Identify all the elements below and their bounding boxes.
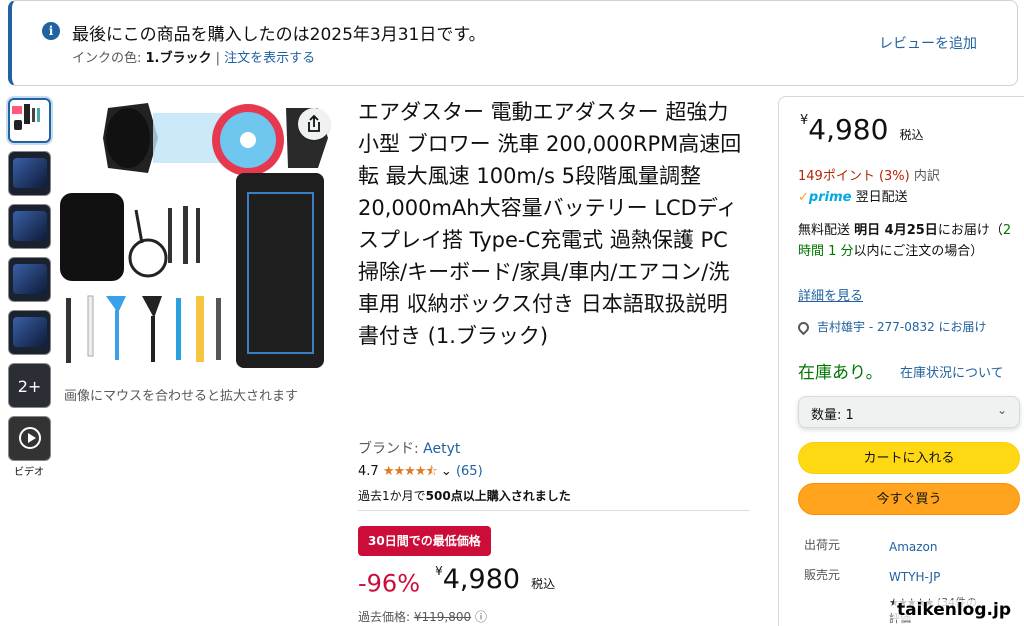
add-review-link[interactable]: レビューを追加: [879, 33, 977, 53]
divider: [358, 510, 750, 511]
thumbnail-2[interactable]: [8, 151, 51, 196]
sold-by-link[interactable]: WTYH-JP: [889, 570, 1009, 584]
thumbnail-5[interactable]: [8, 310, 51, 355]
brand-link[interactable]: Aetyt: [423, 441, 460, 457]
ships-from-value: Amazon: [889, 540, 938, 554]
prime-delivery-text: 翌日配送: [851, 190, 908, 205]
thumbnail-image: [13, 317, 47, 347]
thumbnail-4[interactable]: [8, 257, 51, 302]
thumbnail-image: [13, 211, 47, 241]
zoom-hint: 画像にマウスを合わせると拡大されます: [64, 389, 299, 404]
list-price-label: 過去価格:: [358, 610, 414, 624]
video-thumbnail[interactable]: [8, 416, 51, 461]
tax-label: 税込: [531, 577, 556, 591]
sold-by-label: 販売元: [804, 568, 841, 582]
stock-status: 在庫あり。: [798, 363, 883, 383]
color-label: インクの色:: [72, 51, 146, 66]
prime-check-icon: ✓: [798, 190, 809, 205]
bought-prefix: 過去1か月で: [358, 489, 426, 503]
delivery-date: 明日 4月25日: [854, 223, 938, 238]
prime-logo: prime: [808, 190, 852, 205]
purchase-details: インクの色: 1.ブラック | 注文を表示する: [72, 47, 315, 66]
list-price-value: ¥119,800: [413, 610, 472, 624]
thumbnail-image: [13, 264, 47, 294]
delivery-mid: にお届け（: [937, 223, 1003, 238]
discount-percent: -96%: [358, 569, 421, 598]
chevron-down-icon: ⌄: [440, 464, 452, 479]
star-rating-icon: ★★★★⯪: [382, 464, 438, 479]
thumbnail-3[interactable]: [8, 204, 51, 249]
last-purchase-message: 最後にこの商品を購入したのは2025年3月31日です。: [72, 25, 486, 45]
info-icon[interactable]: ⓘ: [475, 610, 487, 624]
share-icon: [308, 114, 320, 132]
separator: |: [211, 51, 225, 66]
prime-delivery: ✓prime 翌日配送: [798, 186, 908, 205]
list-price: 過去価格: ¥119,800 ⓘ: [358, 608, 487, 625]
buy-now-button[interactable]: 今すぐ買う: [798, 483, 1020, 515]
points-breakdown-link[interactable]: 内訳: [910, 169, 940, 184]
price-value: 4,980: [442, 564, 521, 595]
site-watermark: taikenlog.jp: [893, 600, 1014, 620]
thumbnail-image: [13, 158, 47, 188]
delivery-suffix: 以内にご注文の場合）: [853, 244, 984, 259]
share-button[interactable]: [298, 108, 330, 140]
ships-from-label: 出荷元: [804, 538, 841, 552]
deal-badge: 30日間での最低価格: [358, 526, 491, 556]
price-row: -96% ¥4,980 税込: [358, 564, 555, 598]
thumbnail-1[interactable]: [8, 98, 51, 143]
product-title: エアダスター 電動エアダスター 超強力 小型 ブロワー 洗車 200,000RP…: [358, 100, 742, 348]
delivery-details-link[interactable]: 詳細を見る: [798, 285, 863, 304]
video-label: ビデオ: [14, 467, 44, 478]
view-order-link[interactable]: 注文を表示する: [224, 51, 315, 66]
price-symbol: ¥: [435, 564, 443, 578]
delivery-prefix: 無料配送: [798, 223, 855, 238]
add-to-cart-button[interactable]: カートに入れる: [798, 442, 1020, 474]
buybox-price: ¥4,980 税込: [800, 113, 924, 146]
rating-row[interactable]: 4.7 ★★★★⯪ ⌄ (65): [358, 462, 483, 484]
thumbnail-image: [12, 104, 40, 130]
play-icon: [19, 427, 41, 449]
review-count-link[interactable]: (65): [456, 464, 483, 479]
brand-label: ブランド:: [358, 441, 424, 457]
last-purchase-banner: i 最後にこの商品を購入したのは2025年3月31日です。 インクの色: 1.ブ…: [8, 0, 1018, 86]
points-info: 149ポイント (3%) 内訳: [798, 165, 940, 184]
points-value: 149ポイント (3%): [798, 169, 910, 184]
chevron-down-icon: ⌄: [996, 403, 1007, 417]
quantity-select[interactable]: 数量: 1 ⌄: [798, 396, 1020, 428]
price-value: 4,980: [808, 113, 889, 146]
rating-value: 4.7: [358, 464, 379, 479]
color-value: 1.ブラック: [145, 51, 212, 66]
info-icon: i: [42, 22, 60, 40]
brand-line: ブランド: Aetyt: [358, 438, 460, 458]
bought-count: 500点以上購入されました: [425, 489, 571, 503]
tax-label: 税込: [899, 128, 924, 142]
thumbnail-strip: 2+ ビデオ: [8, 98, 52, 478]
bought-recently: 過去1か月で500点以上購入されました: [358, 487, 571, 504]
quantity-label: 数量: 1: [811, 408, 854, 423]
delivery-address-link[interactable]: 吉村雄宇 - 277-0832 にお届け: [795, 318, 987, 336]
delivery-info: 無料配送 明日 4月25日にお届け（2 時間 1 分以内にご注文の場合）: [798, 220, 1018, 262]
stock-info-link[interactable]: 在庫状況について: [900, 362, 1004, 381]
location-pin-icon: [795, 319, 812, 336]
address-text: 吉村雄宇 - 277-0832 にお届け: [817, 320, 987, 334]
more-images-thumbnail[interactable]: 2+: [8, 363, 51, 408]
